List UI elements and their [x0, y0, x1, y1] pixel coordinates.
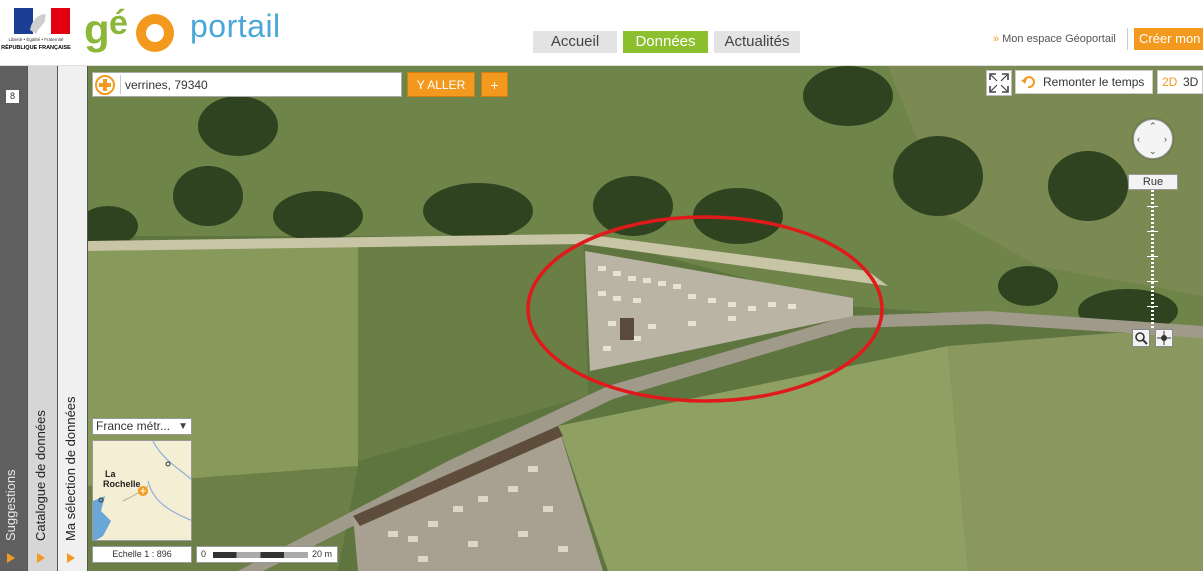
minimap-city-label: Rochelle: [103, 479, 141, 489]
go-button[interactable]: Y ALLER: [407, 72, 475, 97]
rf-name: RÉPUBLIQUE FRANÇAISE: [1, 45, 71, 51]
catalogue-panel-tab[interactable]: Catalogue de données: [28, 66, 58, 571]
zoom-tick: [1147, 231, 1158, 232]
scale-graphic: [213, 552, 308, 558]
view-3d-button[interactable]: 3D: [1183, 71, 1198, 93]
mon-espace-label: Mon espace Géoportail: [1002, 33, 1116, 45]
nav-tab-accueil[interactable]: Accueil: [533, 31, 617, 53]
minimap-city-label: La: [105, 469, 116, 479]
create-account-button[interactable]: Créer mon: [1134, 28, 1203, 50]
time-travel-button[interactable]: Remonter le temps: [1015, 70, 1153, 94]
suggestions-label: Suggestions: [3, 469, 18, 541]
territory-select[interactable]: France métr... ▼: [92, 418, 192, 435]
rf-motto: Liberté • Égalité • Fraternité: [8, 37, 64, 42]
pan-left-icon[interactable]: ‹: [1137, 135, 1140, 144]
chevron-right-icon: »: [993, 33, 1000, 45]
expand-triangle-icon: [7, 553, 15, 563]
zoom-search-button[interactable]: [1132, 329, 1150, 347]
scale-max-label: 20 m: [312, 549, 333, 559]
aerial-imagery: [88, 66, 1203, 571]
map-viewport[interactable]: Y ALLER + Remonter le temps 2D 3D ⌃ ⌄ ‹ …: [88, 66, 1203, 571]
catalogue-label: Catalogue de données: [33, 410, 48, 541]
pan-up-icon[interactable]: ⌃: [1149, 122, 1157, 131]
geolocate-button[interactable]: [1155, 329, 1173, 347]
nav-tab-actualites[interactable]: Actualités: [714, 31, 800, 53]
expand-triangle-icon: [37, 553, 45, 563]
pan-control[interactable]: ⌃ ⌄ ‹ ›: [1133, 119, 1173, 159]
search-input[interactable]: [125, 75, 395, 94]
dropdown-arrow-icon: ▼: [178, 421, 188, 432]
logo-letter-g: g: [84, 6, 110, 53]
logo-portail: portail: [190, 8, 281, 44]
crosshair-icon: [1157, 331, 1171, 345]
more-options-button[interactable]: +: [481, 72, 508, 97]
left-panels: 8 Suggestions Catalogue de données Ma sé…: [0, 66, 88, 571]
header: Liberté • Égalité • Fraternité RÉPUBLIQU…: [0, 0, 1203, 66]
time-travel-label: Remonter le temps: [1043, 75, 1145, 89]
nav-tab-donnees[interactable]: Données: [623, 31, 708, 53]
selection-label: Ma sélection de données: [63, 396, 78, 541]
republique-francaise-logo[interactable]: Liberté • Égalité • Fraternité RÉPUBLIQU…: [0, 6, 72, 52]
zoom-tick: [1147, 256, 1158, 257]
undo-arrow-icon: [1021, 76, 1035, 89]
header-divider: [1127, 28, 1128, 50]
fullscreen-button[interactable]: [986, 70, 1012, 96]
fullscreen-icon: [989, 73, 1009, 93]
view-2d-button[interactable]: 2D: [1162, 71, 1177, 93]
geoportail-app: Liberté • Égalité • Fraternité RÉPUBLIQU…: [0, 0, 1203, 571]
zoom-slider[interactable]: [1151, 190, 1154, 330]
scale-bar: 0 20 m: [196, 546, 338, 563]
count-badge: 8: [6, 90, 19, 103]
scale-ratio: Echelle 1 : 896: [92, 546, 192, 563]
pan-down-icon[interactable]: ⌄: [1149, 147, 1157, 156]
expand-triangle-icon: [67, 553, 75, 563]
zoom-tick: [1147, 281, 1158, 282]
minimap-imagery: [93, 441, 191, 540]
territory-value: France métr...: [96, 419, 171, 433]
geoportail-logo[interactable]: g é portail: [84, 4, 304, 53]
marianne-flag-icon: [14, 8, 70, 34]
dimension-toggle: 2D 3D: [1157, 70, 1203, 94]
overview-minimap[interactable]: La Rochelle: [92, 440, 192, 541]
pan-right-icon[interactable]: ›: [1164, 135, 1167, 144]
selection-panel-tab[interactable]: Ma sélection de données: [58, 66, 88, 571]
logo-o-icon: [136, 14, 174, 52]
locate-crosshair-icon[interactable]: [95, 75, 115, 95]
magnifier-icon: [1135, 332, 1148, 345]
search-box: [92, 72, 402, 97]
suggestions-panel-tab[interactable]: 8 Suggestions: [0, 66, 28, 571]
zoom-level-label: Rue: [1128, 174, 1178, 190]
zoom-tick: [1147, 206, 1158, 207]
zoom-tick: [1147, 306, 1158, 307]
scale-zero-label: 0: [201, 549, 207, 559]
logo-letter-e: é: [109, 4, 128, 42]
search-divider: [120, 75, 121, 94]
mon-espace-link[interactable]: » Mon espace Géoportail: [993, 33, 1116, 45]
